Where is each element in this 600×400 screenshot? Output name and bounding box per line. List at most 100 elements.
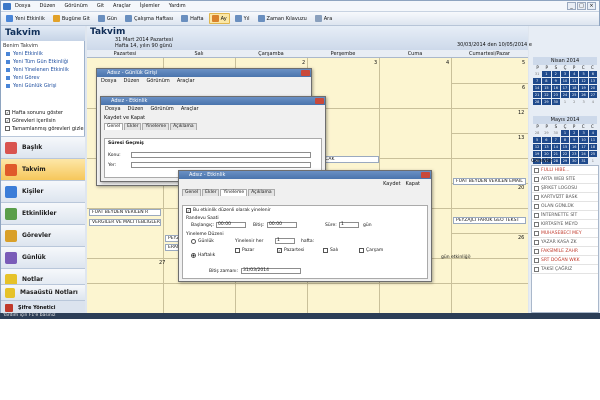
mini-calendar-day[interactable]: 20 — [588, 85, 597, 91]
mini-calendar-day[interactable]: 13 — [588, 78, 597, 84]
mini-calendar-day[interactable]: 19 — [533, 151, 542, 157]
dialog-menu-item[interactable]: Dosya — [101, 78, 117, 84]
maximize-button[interactable]: □ — [577, 2, 586, 10]
nav-desktop-notes[interactable]: Masaüstü Notları — [1, 284, 85, 300]
mini-calendar-day[interactable]: 15 — [542, 85, 551, 91]
week-view-button[interactable]: Hafta — [178, 13, 207, 24]
end-date-input[interactable]: 31/03/2014 — [241, 268, 301, 274]
mini-calendar-day[interactable]: 29 — [542, 130, 551, 136]
mini-calendar-day[interactable]: 7 — [533, 78, 542, 84]
menu-actions[interactable]: İşlemler — [140, 3, 160, 9]
mini-calendar-day[interactable]: 30 — [551, 99, 560, 105]
task-list-item[interactable]: İNTERNETTE SİT — [532, 211, 598, 220]
tab-recurrence[interactable]: Yineleme — [142, 122, 170, 130]
dialog-menu-item[interactable]: Araçlar — [181, 106, 199, 112]
mini-calendar-day[interactable]: 10 — [579, 137, 588, 143]
calendar-event[interactable]: FUAT BEYDEN VERİLEN EMAİL — [453, 178, 526, 185]
mini-calendar-day[interactable]: 9 — [551, 78, 560, 84]
mini-calendar-day[interactable]: 23 — [570, 151, 579, 157]
task-list-item[interactable]: MUHASEBECİ MEY — [532, 229, 598, 238]
mini-calendar-day[interactable]: 30 — [551, 130, 560, 136]
mini-calendar-day[interactable]: 8 — [560, 137, 570, 143]
mini-calendar-day[interactable]: 28 — [533, 130, 542, 136]
weekday-monday[interactable]: ✓ Pazartesi — [277, 248, 304, 253]
task-list-item[interactable]: ARTA WEB SİTE — [532, 175, 598, 184]
hide-completed-checkbox[interactable]: Tamamlanmış görevleri gizle — [5, 125, 84, 132]
timeline-button[interactable]: Zaman Kılavuzu — [255, 13, 310, 24]
work-week-view-button[interactable]: Çalışma Haftası — [122, 13, 176, 24]
location-input[interactable] — [131, 162, 311, 168]
dialog-menu-item[interactable]: Görünüm — [150, 106, 173, 112]
nav-tasks[interactable]: Görevler — [1, 224, 85, 246]
mini-calendar-day[interactable]: 24 — [560, 92, 570, 98]
mini-calendar-day[interactable]: 5 — [533, 137, 542, 143]
mini-calendar-day[interactable]: 12 — [533, 144, 542, 150]
calendar-event[interactable]: PEYZAJCI FARUK GEO TEKST — [453, 217, 526, 224]
mini-calendar-day[interactable]: 3 — [579, 130, 588, 136]
mini-calendar-day[interactable]: 2 — [570, 130, 579, 136]
save-button[interactable]: Kaydet — [383, 181, 400, 187]
tab-attachments[interactable]: Ekler — [202, 188, 220, 196]
task-new-event[interactable]: Yeni Etkinlik — [6, 50, 43, 57]
mini-calendar-day[interactable]: 5 — [579, 71, 588, 77]
mini-calendar-day[interactable]: 31 — [533, 71, 542, 77]
show-weekend-checkbox[interactable]: ✓ Hafta sonunu göster — [5, 109, 63, 116]
mini-calendar-day[interactable]: 14 — [551, 144, 560, 150]
tab-attachments[interactable]: Ekler — [124, 122, 142, 130]
close-dialog-button[interactable]: Kapat — [406, 181, 420, 187]
mini-calendar-day[interactable]: 30 — [570, 158, 579, 164]
mini-calendar-day[interactable]: 25 — [588, 151, 597, 157]
task-list-item[interactable]: YAZAR KASA ZK — [532, 238, 598, 247]
tab-recurrence[interactable]: Yineleme — [220, 188, 248, 196]
mini-calendar-day[interactable]: 1 — [588, 158, 597, 164]
mini-calendar-day[interactable]: 6 — [542, 137, 551, 143]
dialog-menu-item[interactable]: Dosya — [105, 106, 121, 112]
tab-description[interactable]: Açıklama — [170, 122, 197, 130]
save-close-button[interactable]: Kaydet ve Kapat — [104, 115, 145, 121]
task-new-all-day-event[interactable]: Yeni Tüm Gün Etkinliği — [6, 58, 68, 65]
new-event-button[interactable]: Yeni Etkinlik — [3, 13, 48, 24]
day-view-button[interactable]: Gün — [95, 13, 120, 24]
mini-calendar-day[interactable]: 4 — [588, 99, 597, 105]
dialog-menu-item[interactable]: Düzen — [128, 106, 144, 112]
tab-general[interactable]: Genel — [182, 188, 202, 196]
menu-tools[interactable]: Araçlar — [113, 3, 131, 9]
tab-general[interactable]: Genel — [104, 122, 124, 130]
mini-calendar-day[interactable]: 4 — [588, 130, 597, 136]
mini-calendar-day[interactable]: 20 — [542, 151, 551, 157]
mini-calendar-day[interactable]: 10 — [560, 78, 570, 84]
task-list-item[interactable]: OLAN GÜNLÜK — [532, 202, 598, 211]
weekday-wednesday[interactable]: Çarşam — [359, 248, 383, 253]
dialog-menu-item[interactable]: Düzen — [124, 78, 140, 84]
task-list-item[interactable]: SRT DOĞAN WKK — [532, 256, 598, 265]
calendar-event[interactable]: FUAT BEYDEN VERİLEN R — [89, 209, 161, 216]
include-tasks-checkbox[interactable]: ✓ Görevleri içerilsin — [5, 117, 56, 124]
mini-calendar-day[interactable]: 1 — [560, 130, 570, 136]
mini-calendar-day[interactable]: 17 — [579, 144, 588, 150]
mini-calendar-day[interactable]: 11 — [588, 137, 597, 143]
task-list-item[interactable]: FAKSİMİLE ZAHR — [532, 247, 598, 256]
mini-calendar-day[interactable]: 28 — [533, 99, 542, 105]
calendar-event[interactable]: VERGİLER VE MALİ TEBLİĞLER — [89, 219, 161, 226]
daily-radio[interactable]: Günlük — [191, 239, 214, 244]
mini-calendar-day[interactable]: 8 — [542, 78, 551, 84]
mini-calendar-day[interactable]: 29 — [542, 99, 551, 105]
task-new-task[interactable]: Yeni Görev — [6, 74, 40, 81]
mini-calendar-day[interactable]: 18 — [570, 85, 579, 91]
month-view-button[interactable]: Ay — [208, 13, 230, 24]
mini-calendar-day[interactable]: 7 — [551, 137, 560, 143]
mini-calendar-day[interactable]: 17 — [560, 85, 570, 91]
mini-calendar-day[interactable]: 21 — [533, 92, 542, 98]
nav-password-manager[interactable]: Şifre Yönetici — [1, 300, 85, 314]
dialog-menu-item[interactable]: Araçlar — [177, 78, 195, 84]
task-new-journal-entry[interactable]: Yeni Günlük Girişi — [6, 82, 57, 89]
mini-calendar-day[interactable]: 2 — [551, 71, 560, 77]
task-list-item[interactable]: KARTVİZİT BASK — [532, 193, 598, 202]
mini-calendar-day[interactable]: 16 — [570, 144, 579, 150]
mini-calendar-day[interactable]: 14 — [533, 85, 542, 91]
nav-events[interactable]: Etkinlikler — [1, 202, 85, 224]
dialog-close-icon[interactable] — [301, 70, 310, 76]
mini-calendar-day[interactable]: 22 — [542, 92, 551, 98]
mini-calendar-day[interactable]: 18 — [588, 144, 597, 150]
mini-calendar-day[interactable]: 11 — [570, 78, 579, 84]
